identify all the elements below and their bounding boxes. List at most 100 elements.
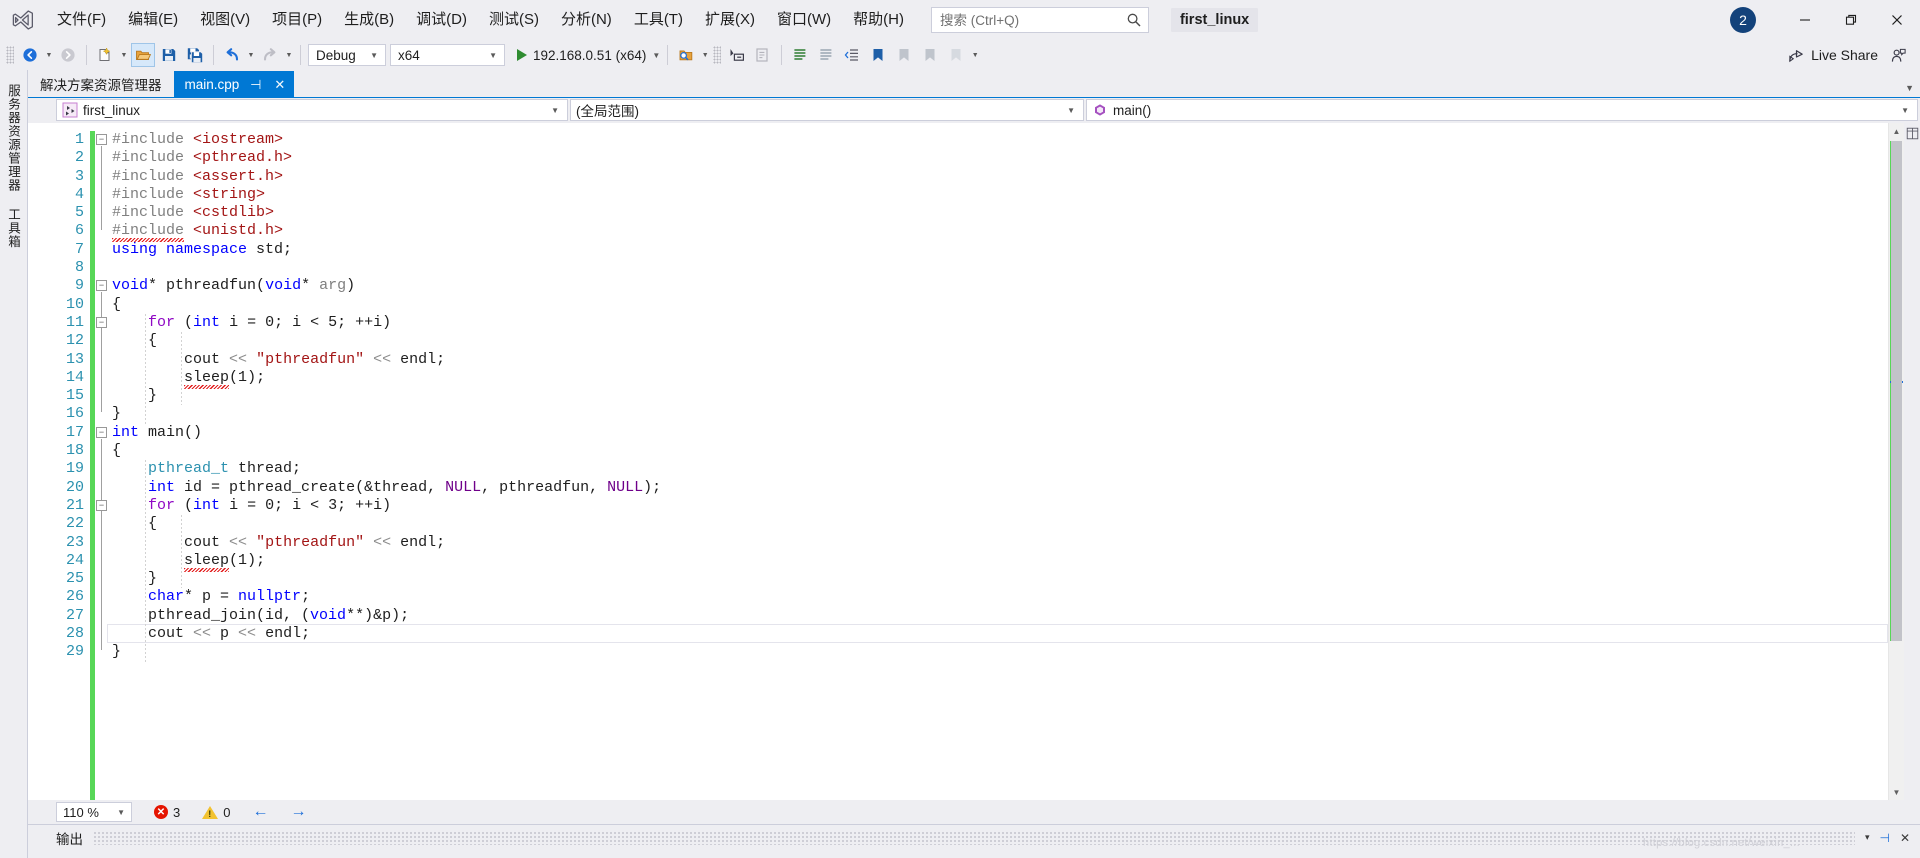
code-line[interactable]: } [109, 570, 1888, 588]
scroll-up-icon[interactable]: ▲ [1889, 123, 1904, 139]
find-in-files-icon[interactable] [674, 43, 698, 67]
next-issue-button[interactable]: → [290, 803, 306, 821]
minimize-button[interactable] [1782, 0, 1828, 40]
close-tab-icon[interactable]: ✕ [272, 78, 287, 91]
code-line[interactable]: cout << "pthreadfun" << endl; [109, 351, 1888, 369]
code-line[interactable]: #include <cstdlib> [109, 204, 1888, 222]
toolbar-overflow-icon[interactable]: ▼ [969, 43, 981, 67]
editor-vertical-scrollbar[interactable]: ▲ ▼ [1888, 123, 1904, 800]
find-dropdown-icon[interactable]: ▼ [699, 43, 711, 67]
code-line[interactable]: { [109, 332, 1888, 350]
bookmark-icon[interactable] [866, 43, 890, 67]
chevron-down-icon[interactable]: ▼ [646, 51, 660, 60]
type-scope-combo[interactable]: (全局范围) ▼ [570, 99, 1084, 121]
project-scope-combo[interactable]: first_linux ▼ [56, 99, 568, 121]
code-line[interactable]: #include <assert.h> [109, 168, 1888, 186]
navigate-back-dropdown-icon[interactable]: ▼ [43, 43, 55, 67]
menu-tools[interactable]: 工具(T) [623, 0, 694, 40]
code-line[interactable]: { [109, 442, 1888, 460]
navigate-back-icon[interactable] [18, 43, 42, 67]
menu-build[interactable]: 生成(B) [333, 0, 405, 40]
send-feedback-icon[interactable] [1886, 43, 1910, 67]
code-text[interactable]: #include <iostream> #include <pthread.h> #… [107, 123, 1888, 800]
start-debug-button[interactable]: 192.168.0.51 (x64) ▼ [513, 43, 662, 67]
menu-file[interactable]: 文件(F) [46, 0, 117, 40]
fold-toggle-icon[interactable]: − [96, 280, 107, 292]
notification-badge[interactable]: 2 [1730, 7, 1756, 33]
live-share-button[interactable]: Live Share [1781, 44, 1885, 67]
code-line[interactable]: { [109, 515, 1888, 533]
close-output-icon[interactable]: ✕ [1900, 831, 1910, 845]
fold-toggle-icon[interactable]: − [96, 500, 107, 511]
code-line[interactable]: char* p = nullptr; [109, 588, 1888, 606]
code-line[interactable]: } [109, 643, 1888, 661]
outdent-icon[interactable] [840, 43, 864, 67]
search-input[interactable] [939, 12, 1126, 28]
output-pane-grip[interactable] [93, 830, 1855, 845]
new-item-dropdown-icon[interactable]: ▼ [118, 43, 130, 67]
solution-configuration-combo[interactable]: Debug ▼ [308, 44, 386, 66]
code-line[interactable]: sleep(1); [109, 369, 1888, 387]
open-file-icon[interactable] [131, 43, 155, 67]
tab-overflow-icon[interactable]: ▼ [1905, 83, 1914, 93]
code-line[interactable]: pthread_t thread; [109, 460, 1888, 478]
split-view-icon[interactable] [1906, 127, 1919, 140]
tab-solution-explorer[interactable]: 解决方案资源管理器 [28, 71, 174, 97]
zoom-level-combo[interactable]: 110 % ▼ [56, 802, 132, 822]
fold-toggle-icon[interactable]: − [96, 317, 107, 328]
code-line[interactable]: cout << "pthreadfun" << endl; [109, 534, 1888, 552]
menu-analyze[interactable]: 分析(N) [550, 0, 623, 40]
menu-debug[interactable]: 调试(D) [405, 0, 478, 40]
code-line[interactable]: cout << p << endl; [107, 624, 1888, 644]
step-into-icon[interactable] [725, 43, 749, 67]
save-icon[interactable] [157, 43, 181, 67]
previous-issue-button[interactable]: ← [252, 803, 268, 821]
comment-lines-icon[interactable] [788, 43, 812, 67]
fold-toggle-icon[interactable]: − [96, 134, 107, 145]
uncomment-lines-icon[interactable] [814, 43, 838, 67]
redo-icon[interactable] [258, 43, 282, 67]
menu-edit[interactable]: 编辑(E) [117, 0, 189, 40]
step-over-icon[interactable] [751, 43, 775, 67]
code-line[interactable]: pthread_join(id, (void**)&p); [109, 607, 1888, 625]
tab-main-cpp[interactable]: main.cpp ⊣ ✕ [173, 71, 295, 97]
scroll-down-icon[interactable]: ▼ [1889, 784, 1904, 800]
close-button[interactable] [1874, 0, 1920, 40]
sidebar-item-toolbox[interactable]: 工具箱 [0, 200, 27, 257]
menu-window[interactable]: 窗口(W) [766, 0, 842, 40]
pin-output-icon[interactable]: ⊣ [1879, 831, 1889, 845]
code-line[interactable]: #include <string> [109, 186, 1888, 204]
quick-launch-search[interactable] [930, 7, 1149, 33]
menu-help[interactable]: 帮助(H) [842, 0, 915, 40]
toolbar-grip-2[interactable] [713, 46, 722, 64]
code-line[interactable]: { [109, 296, 1888, 314]
code-line[interactable]: #include <pthread.h> [109, 149, 1888, 167]
prev-bookmark-icon[interactable] [892, 43, 916, 67]
clear-bookmarks-icon[interactable] [944, 43, 968, 67]
new-item-icon[interactable] [93, 43, 117, 67]
scrollbar-thumb[interactable] [1891, 141, 1902, 641]
breakpoint-glyph-margin[interactable] [28, 123, 56, 800]
code-line[interactable]: int main() [109, 424, 1888, 442]
code-line[interactable]: for (int i = 0; i < 3; ++i) [109, 497, 1888, 515]
warning-count-indicator[interactable]: 0 [202, 805, 230, 820]
toolbar-grip[interactable] [6, 46, 14, 64]
code-line[interactable]: int id = pthread_create(&thread, NULL, p… [109, 479, 1888, 497]
code-line[interactable] [109, 259, 1888, 277]
code-line[interactable]: #include <iostream> [109, 131, 1888, 149]
code-line[interactable]: void* pthreadfun(void* arg) [109, 277, 1888, 295]
save-all-icon[interactable] [183, 43, 207, 67]
menu-extensions[interactable]: 扩展(X) [694, 0, 766, 40]
code-line[interactable]: sleep(1); [109, 552, 1888, 570]
sidebar-item-server-explorer[interactable]: 服务器资源管理器 [0, 76, 27, 200]
solution-platform-combo[interactable]: x64 ▼ [390, 44, 505, 66]
code-line[interactable]: } [109, 405, 1888, 423]
code-editor[interactable]: 1 2 3 4 5 6 7 8 9 10 11 12 13 14 15 16 17 18 19 20 21 22 23 24 2… [28, 123, 1888, 800]
undo-icon[interactable] [220, 43, 244, 67]
error-count-indicator[interactable]: ✕ 3 [154, 805, 180, 820]
navigate-forward-icon[interactable] [56, 43, 80, 67]
menu-project[interactable]: 项目(P) [261, 0, 333, 40]
fold-toggle-icon[interactable]: − [96, 426, 107, 438]
undo-dropdown-icon[interactable]: ▼ [245, 43, 257, 67]
maximize-button[interactable] [1828, 0, 1874, 40]
